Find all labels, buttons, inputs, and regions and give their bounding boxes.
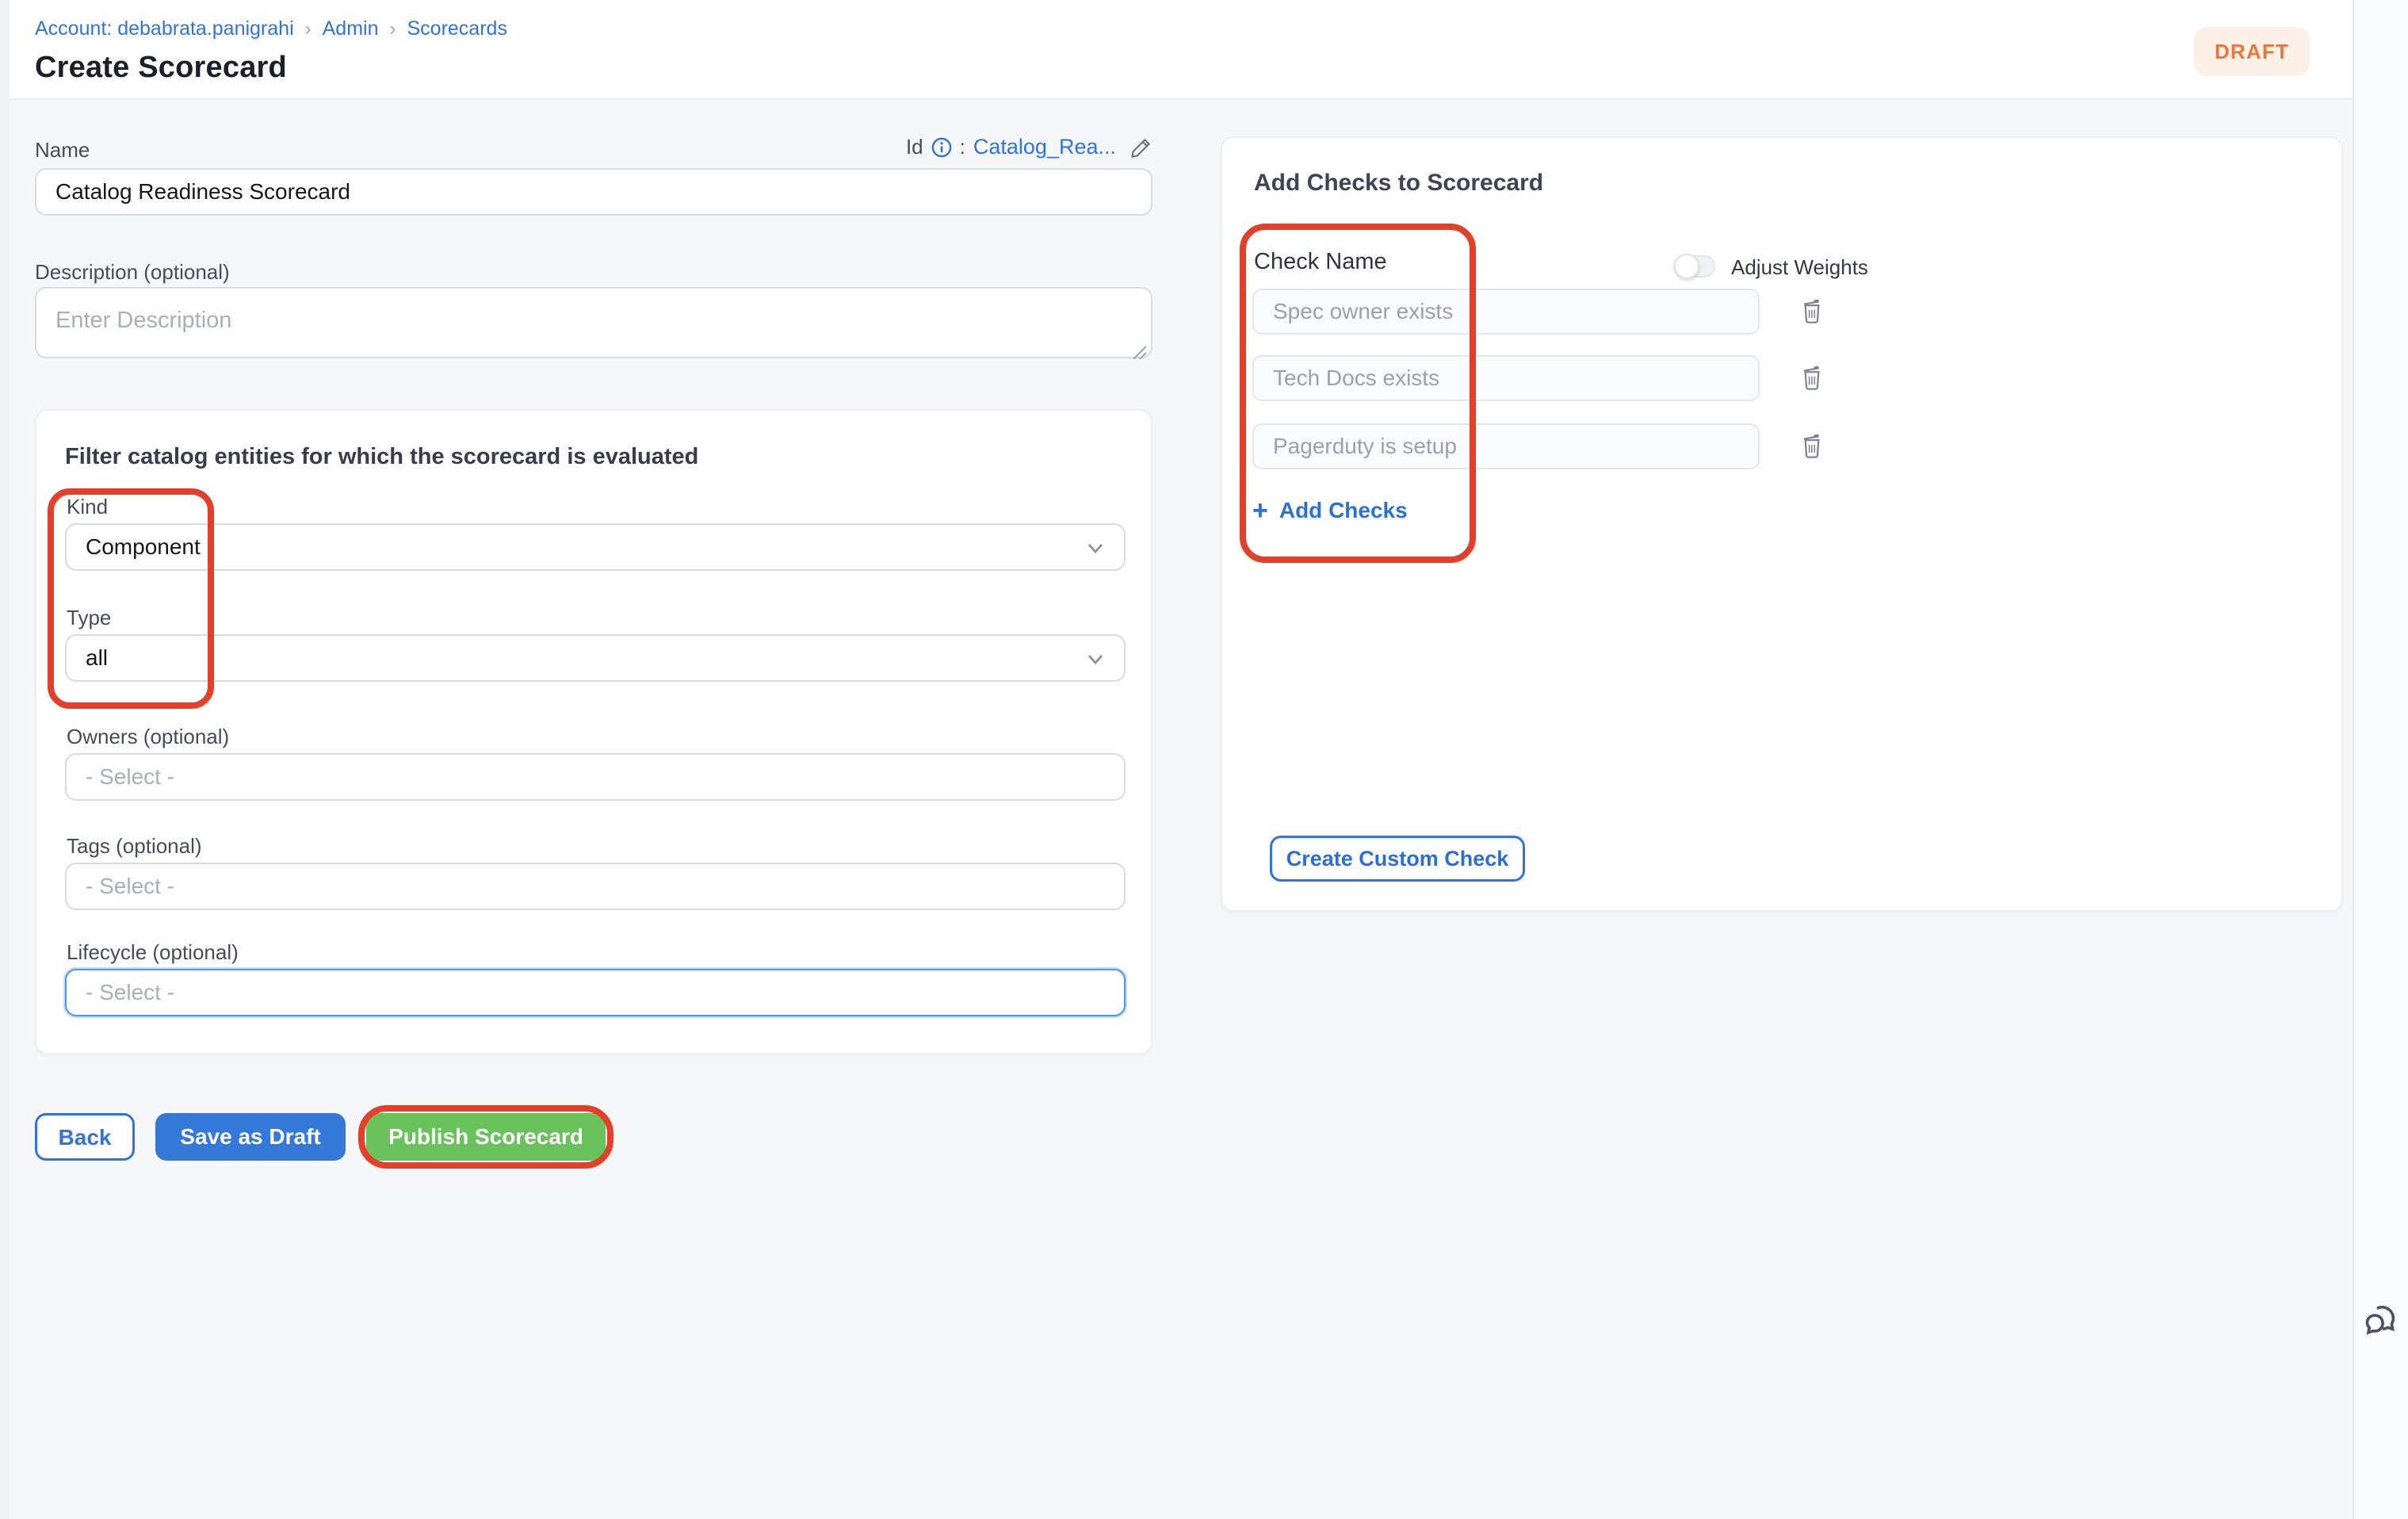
description-label: Description (optional) <box>35 260 230 285</box>
scorecard-id-link[interactable]: Catalog_Rea... <box>973 135 1116 159</box>
page-header: Account: debabrata.panigrahi › Admin › S… <box>10 0 2353 100</box>
owners-select[interactable]: - Select - <box>65 753 1126 801</box>
check-name-input[interactable] <box>1252 423 1760 469</box>
toggle-knob <box>1674 254 1699 279</box>
chevron-down-icon <box>1086 538 1105 557</box>
breadcrumb-separator: › <box>390 18 396 40</box>
filter-heading: Filter catalog entities for which the sc… <box>65 444 698 470</box>
chevron-down-icon <box>1086 649 1105 668</box>
edit-id-icon[interactable] <box>1130 136 1152 159</box>
add-checks-label: Add Checks <box>1279 498 1408 523</box>
name-label: Name <box>35 138 90 163</box>
id-colon: : <box>960 135 965 159</box>
check-name-input[interactable] <box>1252 289 1760 335</box>
right-edge-rail <box>2353 0 2408 1519</box>
breadcrumb-admin-link[interactable]: Admin <box>323 17 379 40</box>
type-label: Type <box>67 606 111 630</box>
breadcrumb-account-link[interactable]: Account: debabrata.panigrahi <box>35 17 294 40</box>
publish-scorecard-button[interactable]: Publish Scorecard <box>366 1113 606 1161</box>
owners-select-placeholder: - Select - <box>86 764 174 790</box>
create-custom-check-button[interactable]: Create Custom Check <box>1270 836 1525 882</box>
delete-check-icon[interactable] <box>1796 430 1828 465</box>
lifecycle-select[interactable]: - Select - <box>65 969 1126 1016</box>
kind-select-value: Component <box>86 534 201 560</box>
resize-handle-icon[interactable] <box>1130 336 1146 352</box>
tags-select[interactable]: - Select - <box>65 863 1126 910</box>
chat-help-icon[interactable] <box>2360 1300 2402 1341</box>
back-button[interactable]: Back <box>35 1113 135 1161</box>
kind-select[interactable]: Component <box>65 523 1126 571</box>
delete-check-icon[interactable] <box>1796 362 1828 396</box>
save-as-draft-button[interactable]: Save as Draft <box>155 1113 346 1161</box>
check-name-input[interactable] <box>1252 355 1760 401</box>
info-icon[interactable] <box>931 137 952 158</box>
breadcrumb-separator: › <box>305 18 312 40</box>
filter-card: Filter catalog entities for which the sc… <box>35 409 1152 1054</box>
name-input[interactable] <box>35 168 1152 216</box>
description-input[interactable] <box>35 287 1152 358</box>
plus-icon: + <box>1252 499 1268 522</box>
status-badge: DRAFT <box>2194 27 2310 76</box>
type-select-value: all <box>86 645 108 671</box>
add-checks-card: Add Checks to Scorecard Check Name Adjus… <box>1221 136 2343 912</box>
lifecycle-label: Lifecycle (optional) <box>67 940 239 965</box>
owners-label: Owners (optional) <box>67 725 229 749</box>
lifecycle-select-placeholder: - Select - <box>86 980 174 1005</box>
id-label: Id <box>906 135 923 159</box>
add-checks-title: Add Checks to Scorecard <box>1254 170 1543 197</box>
type-select[interactable]: all <box>65 634 1126 682</box>
id-row: Id : Catalog_Rea... <box>666 135 1152 159</box>
tags-select-placeholder: - Select - <box>86 874 174 899</box>
page-title: Create Scorecard <box>35 51 287 85</box>
create-scorecard-page: Account: debabrata.panigrahi › Admin › S… <box>0 0 2408 1519</box>
adjust-weights-toggle[interactable] <box>1674 255 1715 277</box>
breadcrumb-scorecards-link[interactable]: Scorecards <box>407 17 507 40</box>
left-edge-rail <box>0 0 10 1519</box>
delete-check-icon[interactable] <box>1796 295 1828 330</box>
kind-label: Kind <box>67 495 108 519</box>
check-name-label: Check Name <box>1254 249 1387 275</box>
add-checks-link[interactable]: + Add Checks <box>1252 498 1408 523</box>
tags-label: Tags (optional) <box>67 834 202 859</box>
adjust-weights-label: Adjust Weights <box>1731 255 1868 279</box>
breadcrumb: Account: debabrata.panigrahi › Admin › S… <box>35 17 507 40</box>
